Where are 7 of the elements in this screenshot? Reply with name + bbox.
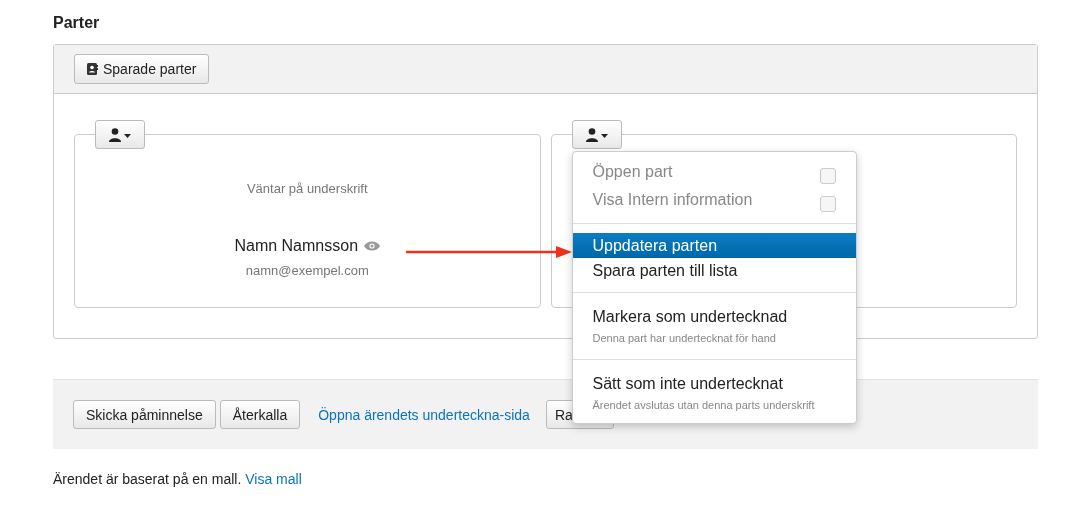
menu-item-description: Ärendet avslutas utan denna parts underskrift <box>592 398 816 412</box>
section-title: Parter <box>53 14 101 32</box>
party-email: namn@exempel.com <box>245 263 369 278</box>
menu-item-description: Denna part har undertecknat för hand <box>592 331 777 345</box>
party-name: Namn Namnsson <box>234 237 359 255</box>
template-note: Ärendet är baserat på en mall. <box>53 471 242 487</box>
party-status: Väntar på underskrift <box>246 181 368 196</box>
